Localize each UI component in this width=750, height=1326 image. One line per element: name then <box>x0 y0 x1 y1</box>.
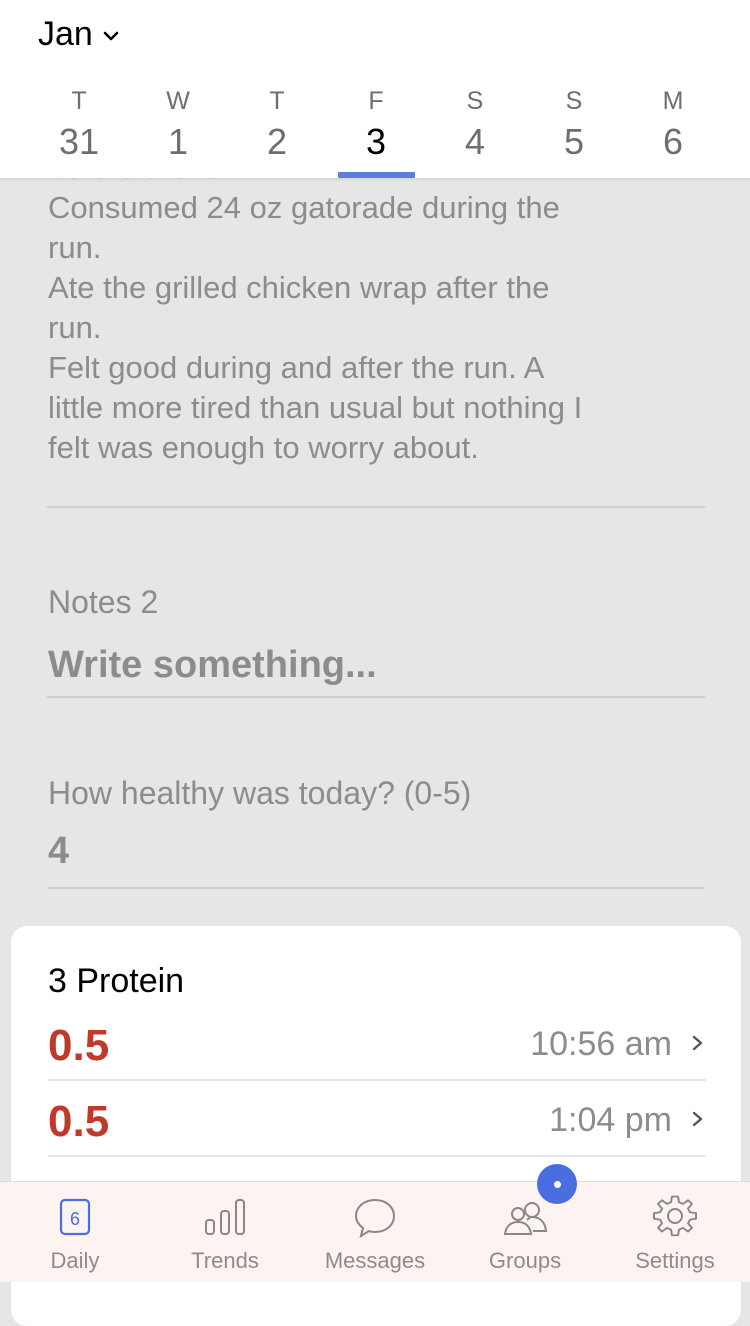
chevron-down-icon <box>103 31 119 41</box>
day-of-week: S <box>466 87 484 115</box>
day-of-week: F <box>368 87 384 115</box>
day-mon-6[interactable]: M 6 <box>633 86 713 168</box>
selected-day-indicator <box>338 172 415 178</box>
notes-line: Consumed 24 oz gatorade during the <box>48 190 560 225</box>
notes-2-divider <box>47 696 705 698</box>
tab-daily[interactable]: 6 Daily <box>0 1182 150 1282</box>
chat-bubble-icon <box>354 1198 396 1239</box>
badge-dot <box>553 1180 561 1188</box>
gear-icon <box>653 1195 697 1237</box>
day-number: 5 <box>563 121 585 162</box>
month-selector-button[interactable]: Jan <box>38 12 121 56</box>
day-of-week: S <box>565 87 583 115</box>
day-number: 4 <box>464 121 486 162</box>
day-thu-2[interactable]: T 2 <box>237 86 317 168</box>
tab-bar: 6 Daily Trends Messages Groups Settings <box>0 1181 750 1282</box>
calendar-header: Jan T 31 W 1 T 2 F 3 S 4 S 5 M 6 <box>0 0 750 178</box>
tab-label: Daily <box>50 1248 100 1273</box>
notes-2-input[interactable]: Write something... <box>48 644 377 687</box>
day-wed-1[interactable]: W 1 <box>138 86 218 168</box>
entry-time: 1:04 pm <box>549 1101 672 1139</box>
tab-groups[interactable]: Groups <box>450 1182 600 1282</box>
notes-line: little more tired than usual but nothing… <box>48 390 583 425</box>
day-sun-5[interactable]: S 5 <box>534 86 614 168</box>
daily-content: before the run. Consumed 24 oz gatorade … <box>0 0 750 1326</box>
notes-2-label: Notes 2 <box>48 584 159 620</box>
tab-trends[interactable]: Trends <box>150 1182 300 1282</box>
entry-time: 10:56 am <box>530 1025 672 1063</box>
health-value-input[interactable]: 4 <box>48 830 69 873</box>
notes-line: Felt good during and after the run. A <box>48 350 545 385</box>
card-title: 3 Protein <box>48 962 185 1000</box>
chevron-right-icon <box>692 1111 703 1127</box>
tab-label: Groups <box>488 1248 562 1273</box>
day-of-week: T <box>71 87 87 115</box>
day-sat-4[interactable]: S 4 <box>435 86 515 168</box>
day-of-week: T <box>269 87 285 115</box>
entry-divider <box>48 1079 706 1081</box>
tab-label: Trends <box>191 1248 259 1273</box>
day-number: 31 <box>58 121 100 162</box>
chevron-right-icon <box>692 1035 703 1051</box>
daily-icon-date: 6 <box>70 1209 80 1229</box>
notes-line: Ate the grilled chicken wrap after the <box>48 270 550 305</box>
day-number: 3 <box>365 121 387 162</box>
entry-amount: 0.5 <box>48 1097 110 1146</box>
notes-1-divider <box>47 506 705 508</box>
day-of-week: W <box>166 87 190 115</box>
notes-1-text[interactable]: before the run. Consumed 24 oz gatorade … <box>48 148 688 468</box>
health-label: How healthy was today? (0-5) <box>48 775 472 811</box>
tab-label: Messages <box>324 1248 426 1273</box>
day-number: 6 <box>662 121 684 162</box>
day-tue-31[interactable]: T 31 <box>39 86 119 168</box>
groups-notification-badge <box>537 1164 577 1204</box>
tab-label: Settings <box>635 1248 715 1273</box>
calendar-day-icon: 6 <box>59 1198 91 1236</box>
tab-settings[interactable]: Settings <box>600 1182 750 1282</box>
day-number: 1 <box>167 121 189 162</box>
bar-chart-icon <box>205 1199 245 1235</box>
people-icon <box>503 1202 548 1235</box>
notes-line: run. <box>48 310 102 345</box>
tab-messages[interactable]: Messages <box>300 1182 450 1282</box>
health-divider <box>47 887 705 889</box>
day-of-week: M <box>662 87 684 115</box>
notes-line: felt was enough to worry about. <box>48 430 479 465</box>
day-fri-3-selected[interactable]: F 3 <box>336 86 416 168</box>
day-number: 2 <box>266 121 288 162</box>
entry-amount: 0.5 <box>48 1021 110 1070</box>
notes-line: run. <box>48 230 102 265</box>
entry-divider <box>48 1155 706 1157</box>
month-label: Jan <box>38 14 93 53</box>
